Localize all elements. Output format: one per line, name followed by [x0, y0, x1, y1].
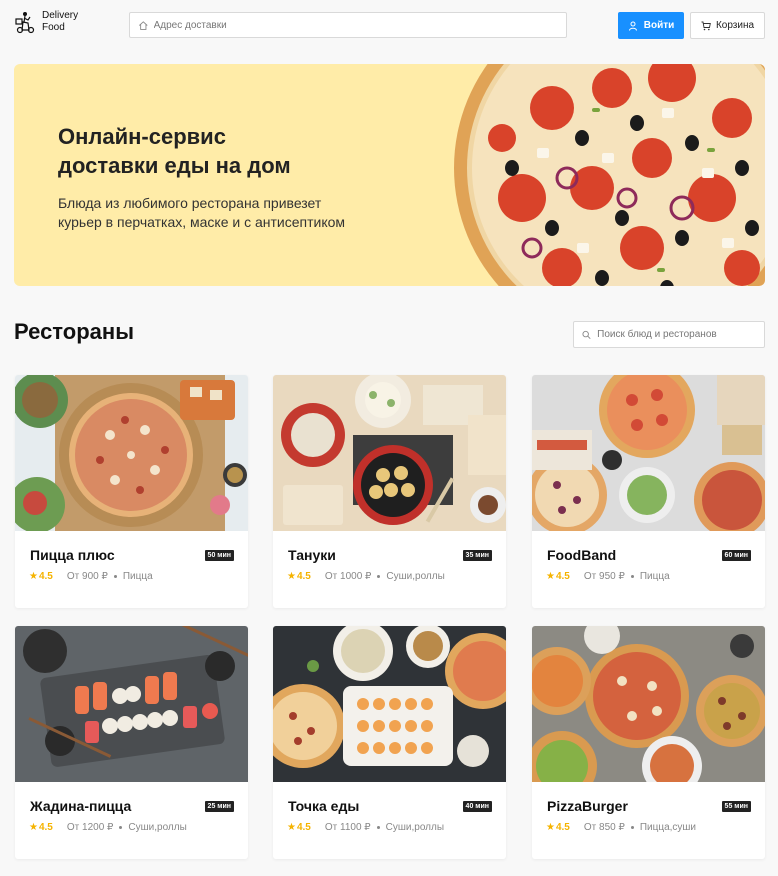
category: Суши,роллы [385, 822, 445, 833]
price: От 900 ₽ [66, 571, 108, 582]
restaurant-meta: ★ 4.5 От 850 ₽ Пицца,суши [546, 822, 696, 833]
sushi-board-image [15, 626, 248, 782]
rating: 4.5 [296, 822, 311, 833]
star-icon: ★ [287, 571, 296, 582]
star-icon: ★ [546, 822, 555, 833]
home-icon [139, 20, 148, 30]
header: Delivery Food Войти Корзина [0, 0, 778, 50]
category: Пицца [639, 571, 670, 582]
restaurant-card[interactable]: FoodBand 60 мин ★ 4.5 От 950 ₽ Пицца [532, 375, 765, 608]
delivery-time-badge: 55 мин [721, 801, 751, 812]
separator-dot [630, 575, 634, 578]
delivery-logo-icon [15, 12, 35, 34]
search-field[interactable] [573, 321, 765, 348]
rating: 4.5 [38, 571, 53, 582]
promo-title: Онлайн-сервис доставки еды на дом [58, 124, 291, 178]
restaurants-title: Рестораны [14, 319, 134, 344]
price: От 850 ₽ [583, 822, 625, 833]
pizza-set-image [532, 626, 765, 782]
separator-dot [113, 575, 117, 578]
separator-dot [119, 826, 123, 829]
restaurant-card[interactable]: Жадина-пицца 25 мин ★ 4.5 От 1200 ₽ Суши… [15, 626, 248, 859]
restaurant-name: Точка еды [288, 798, 360, 814]
pizza-platter-image [15, 375, 248, 531]
category: Пицца [122, 571, 153, 582]
category: Суши,роллы [386, 571, 445, 582]
search-icon [582, 330, 591, 339]
delivery-time-badge: 60 мин [721, 550, 751, 561]
address-input[interactable] [153, 19, 566, 31]
star-icon: ★ [546, 571, 555, 582]
separator-dot [377, 575, 381, 578]
rating: 4.5 [555, 571, 570, 582]
restaurant-meta: ★ 4.5 От 1200 ₽ Суши,роллы [29, 822, 187, 833]
price: От 1100 ₽ [324, 822, 371, 833]
sushi-and-pizza-image [273, 626, 506, 782]
restaurant-name: Жадина-пицца [30, 798, 132, 814]
price: От 950 ₽ [583, 571, 625, 582]
category: Суши,роллы [128, 822, 187, 833]
asian-dishes-image [273, 375, 506, 531]
restaurant-card[interactable]: Тануки 35 мин ★ 4.5 От 1000 ₽ Суши,роллы [273, 375, 506, 608]
restaurant-card[interactable]: Пицца плюс 50 мин ★ 4.5 От 900 ₽ Пицца [15, 375, 248, 608]
restaurant-meta: ★ 4.5 От 900 ₽ Пицца [29, 571, 153, 582]
delivery-time-badge: 25 мин [204, 801, 234, 812]
star-icon: ★ [287, 822, 296, 833]
cart-icon [701, 21, 711, 30]
promo-banner: Онлайн-сервис доставки еды на дом Блюда … [14, 64, 765, 286]
rating: 4.5 [555, 822, 570, 833]
restaurant-name: Пицца плюс [30, 547, 115, 563]
login-label: Войти [643, 20, 675, 31]
restaurant-meta: ★ 4.5 От 1100 ₽ Суши,роллы [287, 822, 444, 833]
delivery-time-badge: 40 мин [462, 801, 492, 812]
restaurant-card[interactable]: PizzaBurger 55 мин ★ 4.5 От 850 ₽ Пицца,… [532, 626, 765, 859]
rating: 4.5 [38, 822, 53, 833]
address-field[interactable] [129, 12, 567, 38]
delivery-time-badge: 35 мин [462, 550, 492, 561]
promo-text: Блюда из любимого ресторана привезет кур… [58, 195, 346, 230]
restaurant-name: FoodBand [547, 547, 617, 563]
search-input[interactable] [597, 329, 764, 340]
restaurant-name: PizzaBurger [547, 798, 628, 814]
restaurant-meta: ★ 4.5 От 950 ₽ Пицца [546, 571, 670, 582]
promo-pizza-image [454, 64, 765, 286]
restaurant-name: Тануки [288, 547, 336, 563]
category: Пицца,суши [639, 822, 697, 833]
price: От 1200 ₽ [66, 822, 114, 833]
restaurant-meta: ★ 4.5 От 1000 ₽ Суши,роллы [287, 571, 445, 582]
star-icon: ★ [29, 822, 38, 833]
separator-dot [376, 826, 380, 829]
separator-dot [630, 826, 634, 829]
user-icon [628, 21, 637, 31]
cart-button[interactable]: Корзина [690, 12, 765, 39]
cart-label: Корзина [715, 20, 755, 31]
price: От 1000 ₽ [324, 571, 372, 582]
pizza-mix-image [532, 375, 765, 531]
rating: 4.5 [296, 571, 311, 582]
star-icon: ★ [29, 571, 38, 582]
logo[interactable]: Delivery Food [14, 10, 78, 34]
login-button[interactable]: Войти [618, 12, 684, 39]
logo-line-1: Delivery [42, 10, 79, 21]
restaurant-card[interactable]: Точка еды 40 мин ★ 4.5 От 1100 ₽ Суши,ро… [273, 626, 506, 859]
delivery-time-badge: 50 мин [204, 550, 234, 561]
logo-line-2: Food [42, 22, 65, 33]
